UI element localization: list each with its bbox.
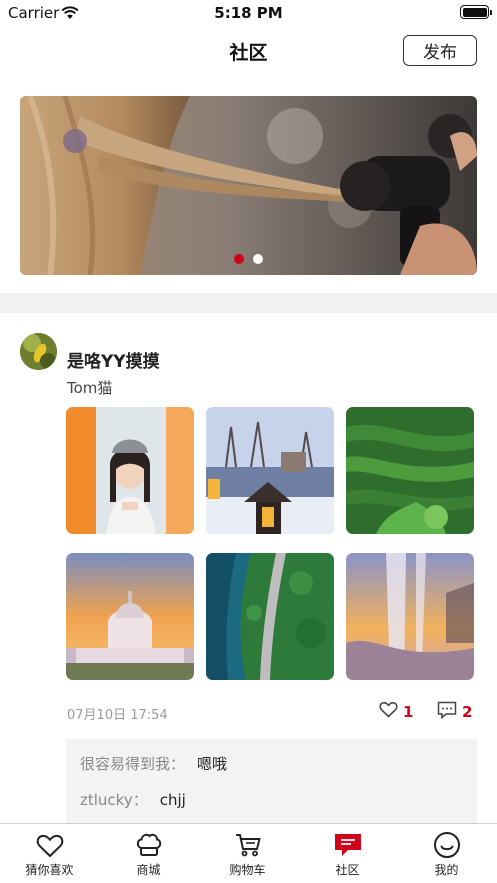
tab-label: 购物车	[229, 863, 266, 877]
post-username[interactable]: 是咯YY摸摸	[67, 347, 160, 372]
like-button[interactable]: 1	[379, 701, 413, 722]
battery-icon	[460, 5, 492, 19]
tab-label: 猜你喜欢	[25, 863, 74, 877]
smile-icon	[433, 832, 461, 858]
section-divider	[0, 293, 497, 313]
comment-author: 很容易得到我：	[80, 755, 186, 773]
carousel-dot-active[interactable]	[234, 254, 244, 264]
post-text: Tom猫	[67, 379, 113, 397]
publish-button[interactable]: 发布	[403, 35, 477, 66]
chef-hat-icon	[135, 832, 163, 858]
clock: 5:18 PM	[214, 4, 283, 22]
portrait-photo[interactable]	[66, 407, 194, 534]
carousel-dot[interactable]	[253, 254, 263, 264]
tab-cart[interactable]: 购物车	[198, 824, 297, 883]
waterfall-photo[interactable]	[346, 553, 474, 680]
comment-row[interactable]: ztlucky： chjj	[80, 789, 186, 810]
tab-label: 商城	[136, 863, 161, 877]
comment-count: 2	[462, 703, 473, 721]
comments-list: 很容易得到我： 嗯哦 ztlucky： chjj	[66, 739, 477, 824]
cathedral-sunset-photo[interactable]	[66, 553, 194, 680]
tab-mine[interactable]: 我的	[397, 824, 496, 883]
green-terraces-photo[interactable]	[346, 407, 474, 534]
post-date: 07月10日 17:54	[67, 708, 168, 723]
tab-mall[interactable]: 商城	[99, 824, 198, 883]
cart-icon	[234, 832, 262, 858]
comment-row[interactable]: 很容易得到我： 嗯哦	[80, 753, 227, 774]
like-count: 1	[403, 702, 414, 721]
status-bar: Carrier 5:18 PM	[0, 0, 497, 26]
comment-text: chjj	[159, 791, 186, 809]
tab-guess-you-like[interactable]: 猜你喜欢	[0, 824, 99, 883]
chat-icon	[333, 832, 363, 858]
comment-button[interactable]: 2	[437, 701, 472, 723]
forest-road-photo[interactable]	[206, 553, 334, 680]
heart-icon	[36, 832, 64, 858]
tab-label: 社区	[335, 863, 360, 877]
carousel-dots[interactable]	[20, 254, 477, 264]
tab-community[interactable]: 社区	[298, 824, 397, 883]
avatar[interactable]	[20, 333, 57, 370]
heart-outline-icon	[379, 701, 398, 722]
comment-text: 嗯哦	[197, 755, 228, 773]
tab-label: 我的	[434, 863, 459, 877]
banner-image	[20, 96, 477, 275]
comment-icon	[437, 701, 457, 723]
snow-village-photo[interactable]	[206, 407, 334, 534]
tab-bar: 猜你喜欢 商城 购物车 社区 我的	[0, 823, 497, 883]
banner-carousel[interactable]	[20, 96, 477, 275]
comment-author: ztlucky：	[80, 791, 148, 809]
